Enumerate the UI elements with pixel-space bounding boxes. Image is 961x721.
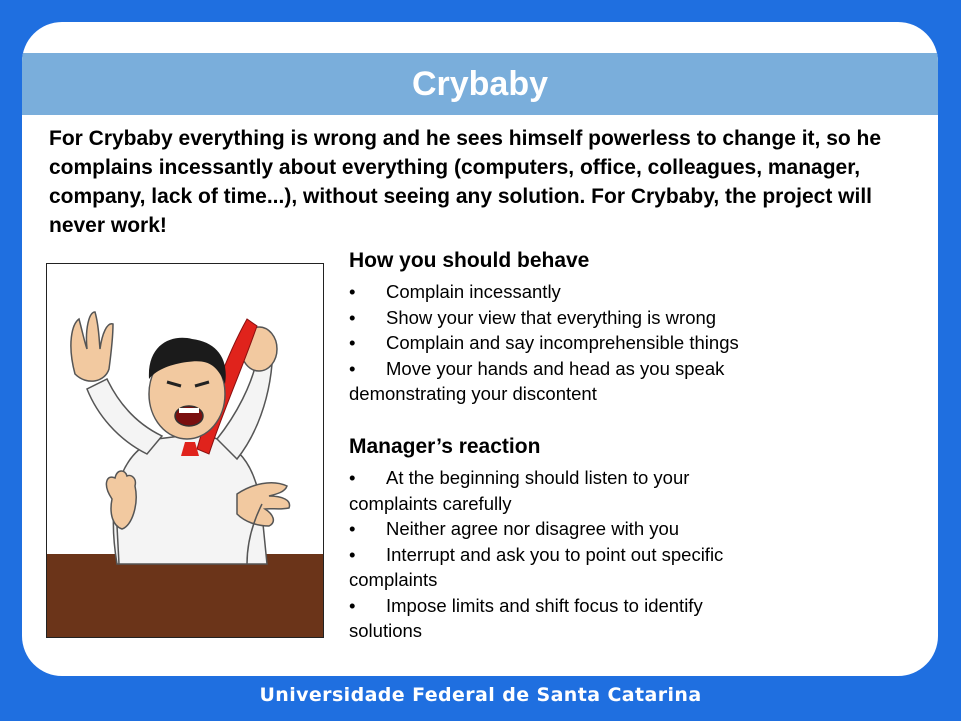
list-item: • Neither agree nor disagree with you <box>349 516 749 542</box>
reaction-list: • At the beginning should listen to your … <box>349 465 749 644</box>
bullet: • <box>349 306 356 328</box>
list-item: • Show your view that everything is wrong <box>349 305 809 331</box>
bullet: • <box>349 467 356 488</box>
title-bar: Crybaby <box>22 53 938 115</box>
bullet: • <box>349 332 356 353</box>
reaction-section: Manager’s reaction • At the beginning sho… <box>349 434 809 644</box>
footer-institution: Universidade Federal de Santa Catarina <box>259 684 702 706</box>
list-item: • Complain and say incomprehensible thing… <box>349 330 809 356</box>
bullet: • <box>349 543 356 565</box>
behave-section: How you should behave • Complain incessan… <box>349 248 809 407</box>
list-item: • Move your hands and head as you speak d… <box>349 357 725 405</box>
bullet: • <box>349 594 356 616</box>
list-item: • Complain incessantly <box>349 279 809 305</box>
bullet: • <box>349 357 356 379</box>
intro-text: For Crybaby everything is wrong and he s… <box>49 127 882 237</box>
bullet: • <box>349 518 356 539</box>
list-item: • At the beginning should listen to your … <box>349 467 690 514</box>
reaction-heading: Manager’s reaction <box>349 435 541 458</box>
crybaby-illustration <box>46 263 324 638</box>
slide-card: Crybaby For Crybaby everything is wrong … <box>22 22 938 676</box>
list-item: • Impose limits and shift focus to identi… <box>349 594 703 642</box>
behave-list: • Complain incessantly • Show your view th… <box>349 279 809 407</box>
bullet: • <box>349 281 356 302</box>
behave-heading: How you should behave <box>349 249 590 272</box>
list-item: • Interrupt and ask you to point out spec… <box>349 543 724 591</box>
slide-title: Crybaby <box>411 64 549 103</box>
